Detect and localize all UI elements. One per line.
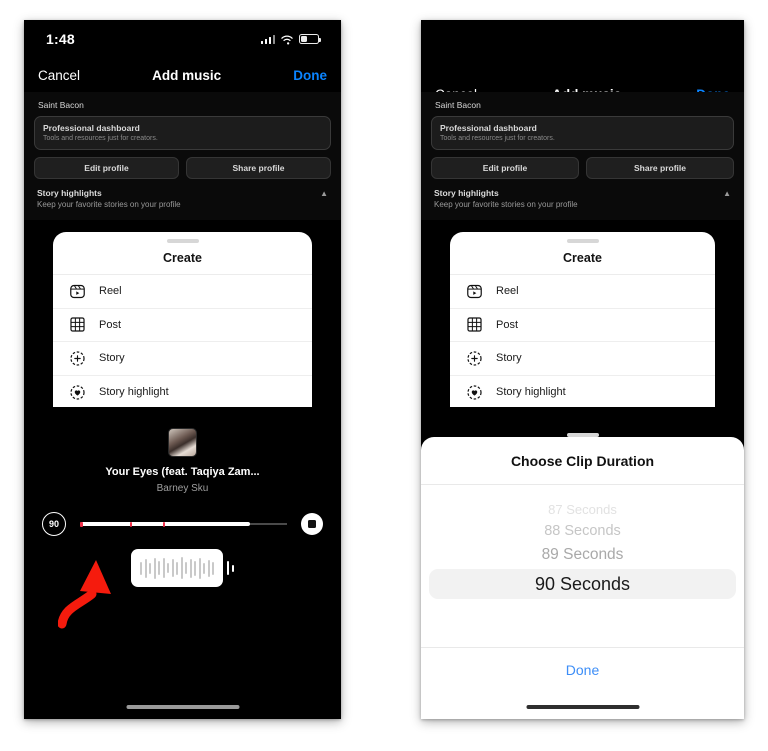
cellular-signal-icon: [260, 34, 275, 44]
story-highlight-heart-icon: [466, 384, 483, 401]
phone-left-screen: 1:48 Cancel Add music Done Saint Bacon P…: [24, 20, 341, 719]
chevron-up-icon[interactable]: ▲: [723, 188, 731, 198]
create-item-reel[interactable]: Reel: [450, 275, 715, 309]
picker-option-selected[interactable]: 90 Seconds: [429, 569, 736, 599]
chevron-up-icon[interactable]: ▲: [320, 188, 328, 198]
create-item-label: Post: [99, 318, 122, 331]
profile-action-buttons: Edit profile Share profile: [34, 157, 331, 179]
picker-done-button[interactable]: Done: [566, 662, 599, 678]
create-item-label: Reel: [99, 285, 122, 298]
phone-right-screen: Cancel Add music Done Saint Bacon Profes…: [421, 20, 744, 719]
story-plus-icon: [466, 350, 483, 367]
phone-right: Cancel Add music Done Saint Bacon Profes…: [421, 20, 744, 719]
story-highlight-heart-icon: [69, 384, 86, 401]
scrubber-marker: [162, 521, 166, 527]
professional-dashboard-card[interactable]: Professional dashboard Tools and resourc…: [34, 116, 331, 150]
waveform-tail: [227, 549, 234, 587]
status-time: 1:48: [46, 31, 75, 47]
phone-left: 1:48 Cancel Add music Done Saint Bacon P…: [24, 20, 341, 719]
track-artist: Barney Sku: [156, 483, 209, 494]
create-item-post[interactable]: Post: [450, 309, 715, 342]
story-highlights-subtitle: Keep your favorite stories on your profi…: [37, 200, 181, 209]
picker-option-88[interactable]: 88 Seconds: [421, 520, 744, 543]
story-highlights-title: Story highlights: [37, 188, 102, 198]
music-player: Your Eyes (feat. Taqiya Zam... Barney Sk…: [24, 428, 341, 587]
picker-title: Choose Clip Duration: [421, 437, 744, 485]
audio-waveform[interactable]: [24, 549, 341, 587]
home-indicator: [526, 705, 639, 709]
professional-dashboard-card[interactable]: Professional dashboard Tools and resourc…: [431, 116, 734, 150]
create-item-label: Story: [99, 352, 125, 365]
battery-icon: [299, 34, 321, 44]
create-item-label: Story highlight: [99, 386, 169, 399]
create-item-reel[interactable]: Reel: [53, 275, 312, 309]
scrubber-marker: [129, 521, 133, 527]
dashboard-title: Professional dashboard: [43, 123, 140, 133]
dashboard-subtitle: Tools and resources just for creators.: [43, 135, 158, 142]
page-title: Add music: [152, 67, 222, 83]
create-sheet-title: Create: [53, 243, 312, 275]
story-highlights-section[interactable]: Story highlights Keep your favorite stor…: [34, 188, 331, 209]
nav-bar: Cancel Add music Done: [24, 58, 341, 92]
grid-post-icon: [69, 316, 86, 333]
create-sheet: Create Reel Post Story Story highlight: [450, 232, 715, 407]
create-sheet-title: Create: [450, 243, 715, 275]
status-icons: [260, 34, 321, 45]
grid-post-icon: [466, 316, 483, 333]
scrubber-marker: [80, 521, 83, 527]
picker-footer: Done: [421, 647, 744, 694]
story-highlights-section[interactable]: Story highlights Keep your favorite stor…: [431, 188, 734, 209]
stop-recording-button[interactable]: [301, 513, 323, 535]
create-item-label: Story highlight: [496, 386, 566, 399]
choose-clip-duration-sheet: Choose Clip Duration 87 Seconds 88 Secon…: [421, 437, 744, 719]
create-item-label: Reel: [496, 285, 519, 298]
track-title: Your Eyes (feat. Taqiya Zam...: [105, 466, 260, 478]
album-art-thumbnail: [168, 428, 197, 457]
create-item-story-highlight[interactable]: Story highlight: [450, 376, 715, 408]
profile-username: Saint Bacon: [435, 100, 481, 110]
create-item-label: Post: [496, 318, 519, 331]
reel-icon: [69, 283, 86, 300]
edit-profile-button[interactable]: Edit profile: [431, 157, 579, 179]
share-profile-button[interactable]: Share profile: [186, 157, 331, 179]
create-item-post[interactable]: Post: [53, 309, 312, 342]
clip-duration-badge[interactable]: 90: [42, 512, 66, 536]
screenshot-stage: 1:48 Cancel Add music Done Saint Bacon P…: [0, 0, 768, 751]
create-item-story[interactable]: Story: [450, 342, 715, 376]
home-indicator: [126, 705, 239, 709]
create-item-story-highlight[interactable]: Story highlight: [53, 376, 312, 408]
story-highlights-subtitle: Keep your favorite stories on your profi…: [434, 200, 578, 209]
cancel-button[interactable]: Cancel: [38, 68, 80, 83]
audio-scrubber[interactable]: [80, 512, 287, 536]
status-bar: 1:48: [24, 20, 341, 58]
wifi-icon: [281, 34, 293, 44]
story-plus-icon: [69, 350, 86, 367]
picker-option-89[interactable]: 89 Seconds: [421, 543, 744, 567]
profile-action-buttons: Edit profile Share profile: [431, 157, 734, 179]
waveform-clip[interactable]: [131, 549, 223, 587]
dashboard-subtitle: Tools and resources just for creators.: [440, 135, 555, 142]
create-item-label: Story: [496, 352, 522, 365]
player-controls: 90: [24, 512, 341, 536]
picker-option-87[interactable]: 87 Seconds: [421, 499, 744, 520]
done-button[interactable]: Done: [293, 68, 327, 83]
create-item-story[interactable]: Story: [53, 342, 312, 376]
dashboard-title: Professional dashboard: [440, 123, 537, 133]
duration-picker-wheel[interactable]: 87 Seconds 88 Seconds 89 Seconds 90 Seco…: [421, 485, 744, 647]
reel-icon: [466, 283, 483, 300]
create-sheet: Create Reel Post Story Story highlight: [53, 232, 312, 407]
story-highlights-title: Story highlights: [434, 188, 499, 198]
edit-profile-button[interactable]: Edit profile: [34, 157, 179, 179]
profile-username: Saint Bacon: [38, 100, 84, 110]
share-profile-button[interactable]: Share profile: [586, 157, 734, 179]
